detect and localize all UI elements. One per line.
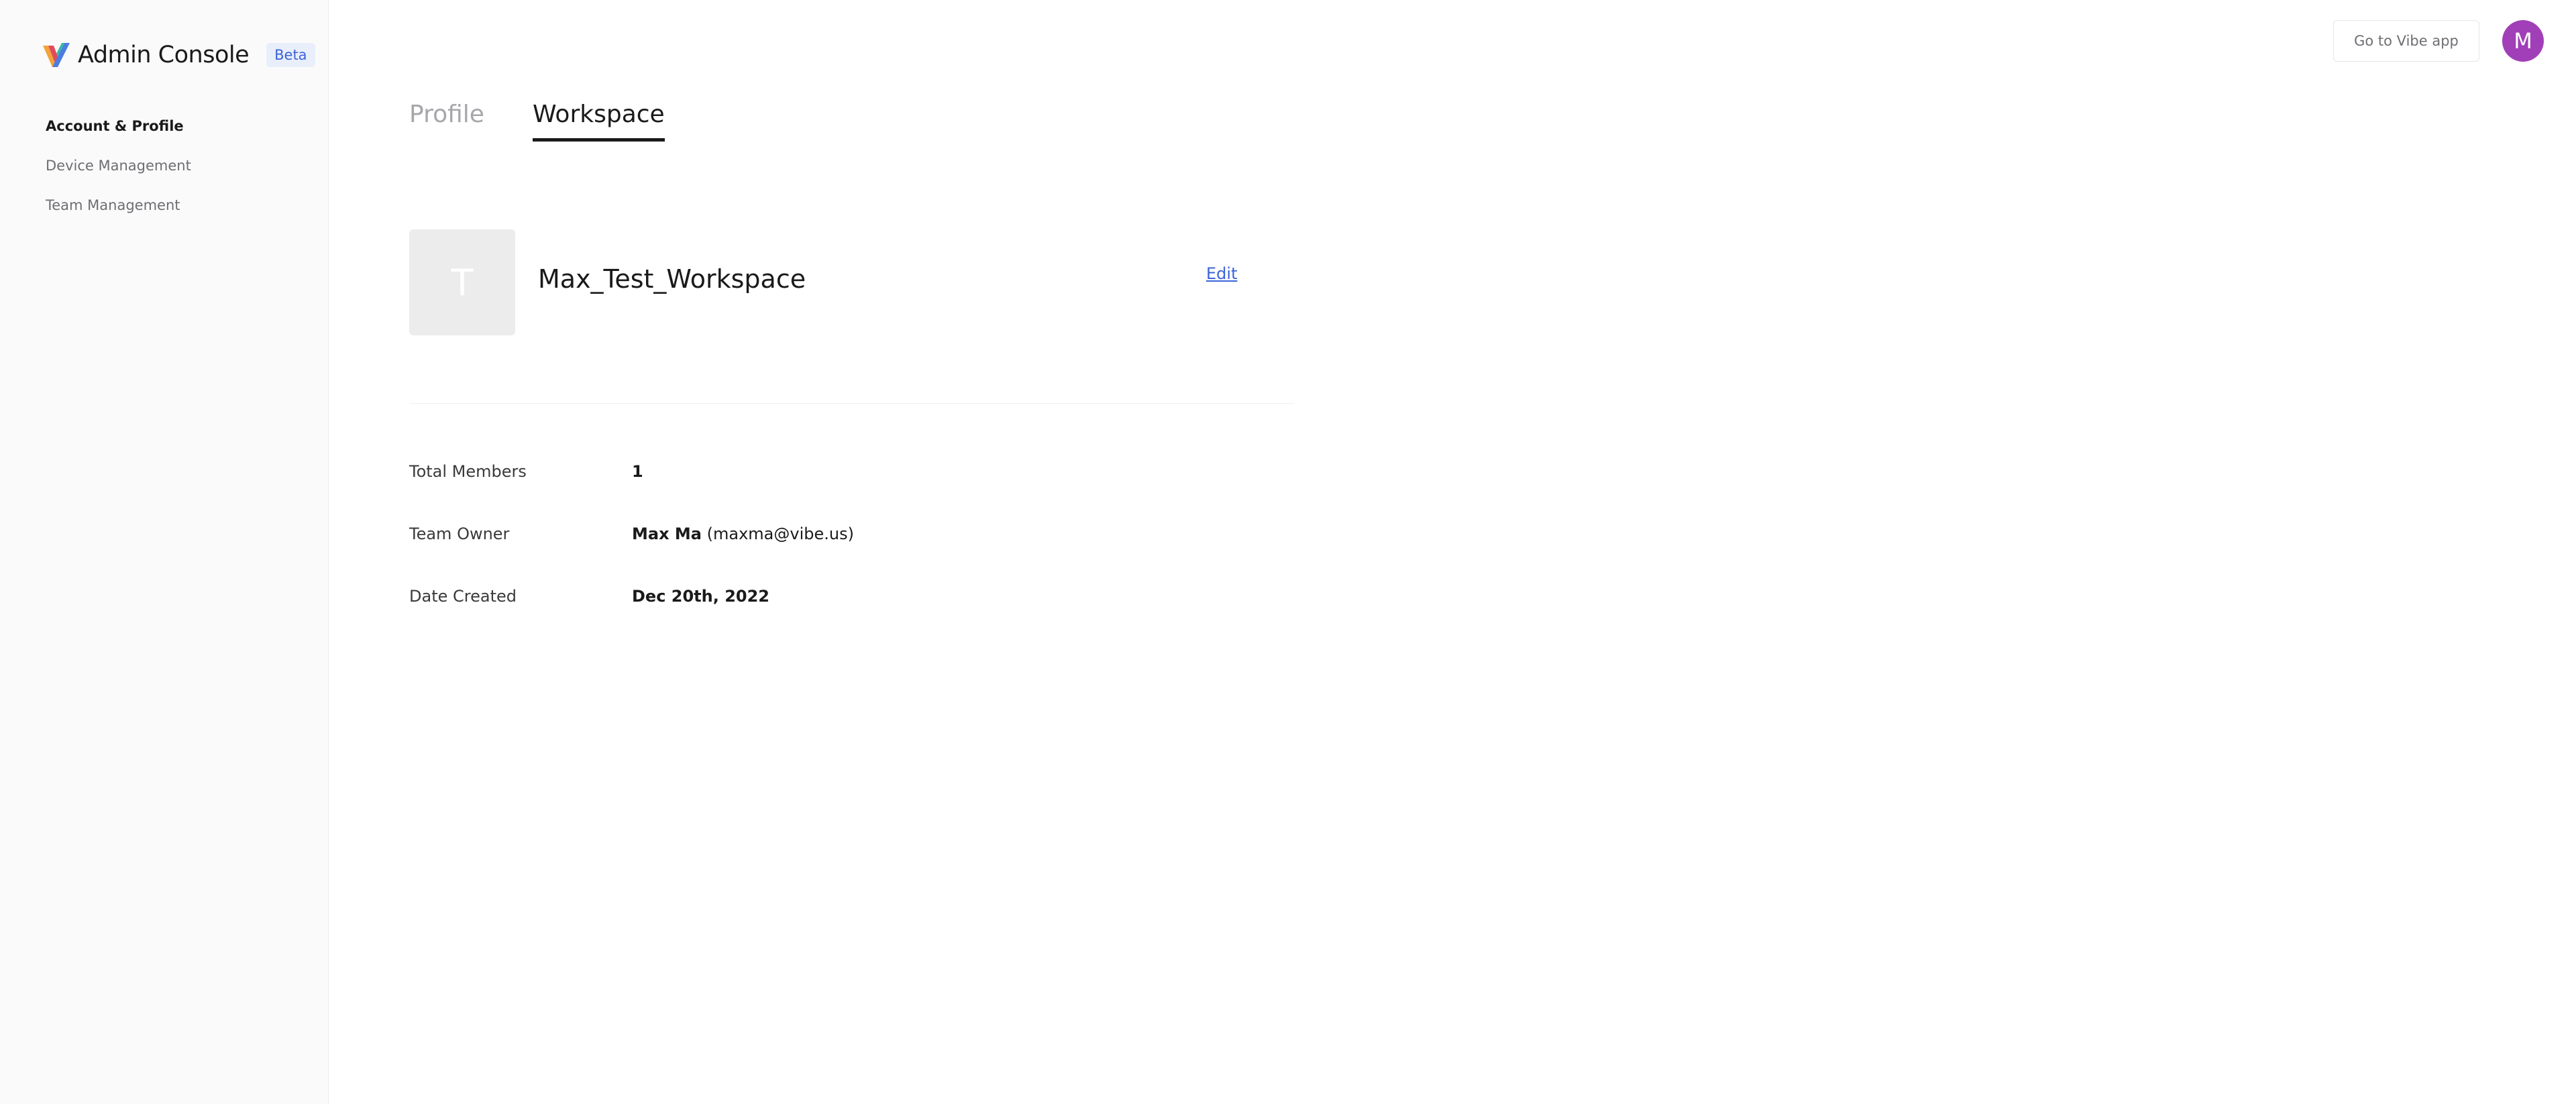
team-owner-name: Max Ma: [632, 525, 702, 543]
date-created-date: Dec 20th, 2022: [632, 587, 770, 606]
detail-row-total-members: Total Members 1: [409, 462, 854, 525]
sidebar-item-account-profile[interactable]: Account & Profile: [46, 106, 191, 146]
section-divider: [409, 403, 1295, 404]
workspace-details: Total Members 1 Team Owner Max Ma (maxma…: [409, 462, 854, 649]
sidebar-item-team-management[interactable]: Team Management: [46, 185, 191, 225]
workspace-avatar: T: [409, 229, 515, 335]
workspace-header: T Max_Test_Workspace Edit: [409, 229, 1295, 335]
detail-row-date-created: Date Created Dec 20th, 2022: [409, 587, 854, 649]
team-owner-value: Max Ma (maxma@vibe.us): [632, 525, 854, 543]
total-members-label: Total Members: [409, 462, 527, 481]
sidebar: Admin Console Beta Account & Profile Dev…: [0, 0, 329, 1104]
user-avatar[interactable]: M: [2502, 20, 2544, 62]
tab-workspace[interactable]: Workspace: [532, 101, 665, 142]
tab-profile[interactable]: Profile: [409, 101, 484, 142]
sidebar-item-device-management[interactable]: Device Management: [46, 146, 191, 185]
team-owner-email: (maxma@vibe.us): [706, 525, 854, 543]
tab-bar: Profile Workspace: [409, 101, 713, 142]
detail-row-team-owner: Team Owner Max Ma (maxma@vibe.us): [409, 525, 854, 587]
total-members-count: 1: [632, 462, 643, 481]
brand: Admin Console Beta: [42, 39, 315, 71]
team-owner-label: Team Owner: [409, 525, 510, 543]
total-members-value: 1: [632, 462, 643, 481]
date-created-label: Date Created: [409, 587, 517, 606]
date-created-value: Dec 20th, 2022: [632, 587, 769, 606]
vibe-logo-icon: [43, 43, 70, 67]
workspace-name: Max_Test_Workspace: [538, 264, 806, 294]
admin-console-app: Admin Console Beta Account & Profile Dev…: [0, 0, 2576, 1104]
go-to-vibe-app-button[interactable]: Go to Vibe app: [2333, 20, 2479, 62]
app-title: Admin Console: [78, 42, 250, 68]
edit-workspace-link[interactable]: Edit: [1206, 264, 1237, 283]
beta-badge: Beta: [266, 43, 315, 67]
sidebar-nav: Account & Profile Device Management Team…: [46, 106, 191, 225]
